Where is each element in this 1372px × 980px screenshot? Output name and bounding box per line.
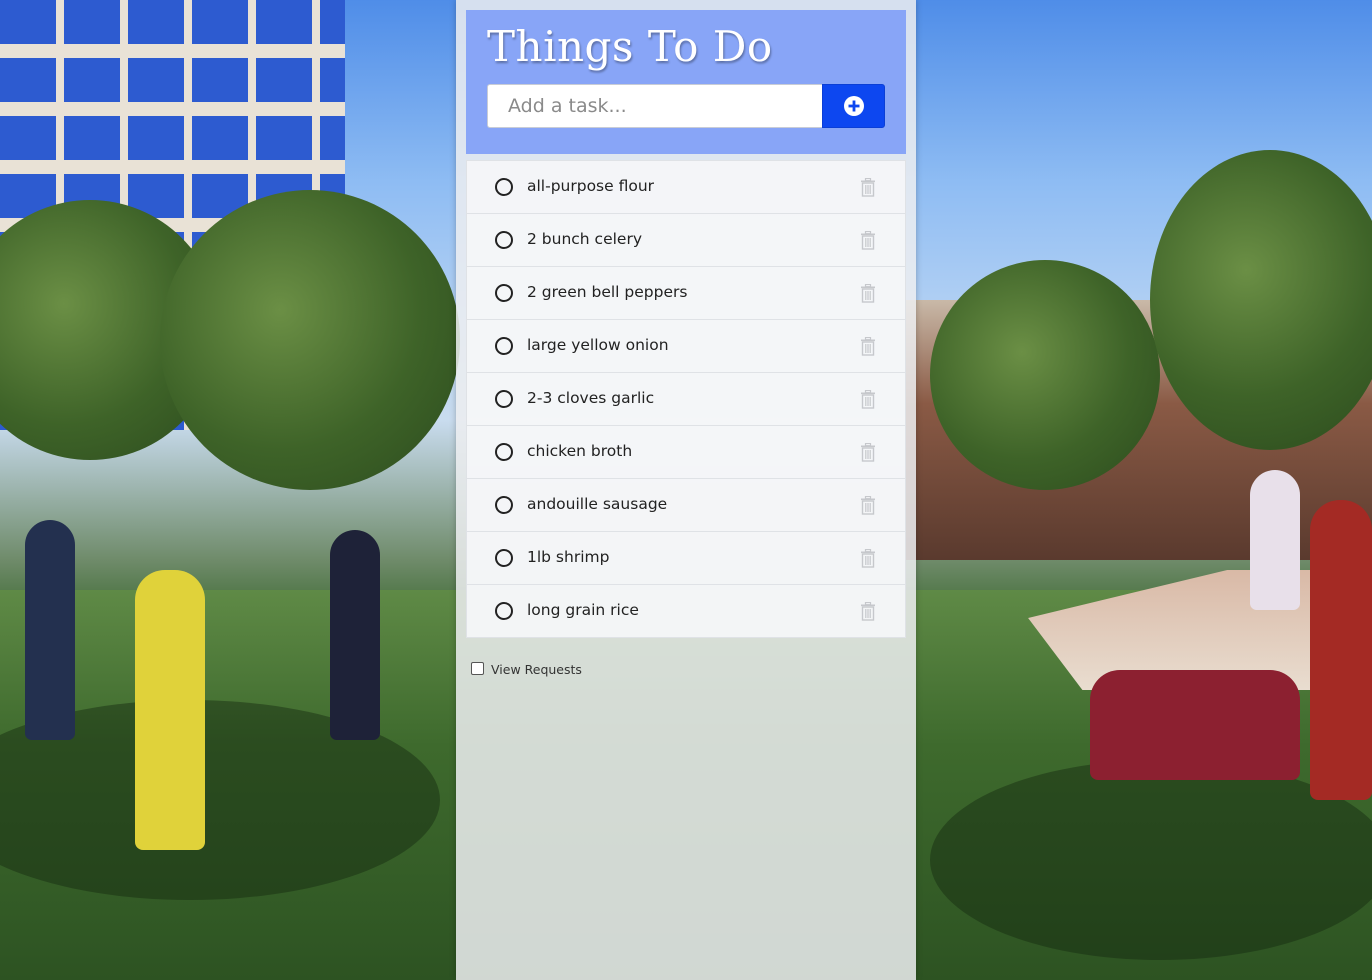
task-toggle-circle-icon[interactable] <box>495 602 513 620</box>
task-label: long grain rice <box>527 601 639 619</box>
delete-task-trash-icon[interactable] <box>860 602 876 621</box>
task-label: andouille sausage <box>527 495 668 513</box>
task-label: all-purpose flour <box>527 177 655 195</box>
add-task-input[interactable] <box>487 84 823 128</box>
task-toggle-circle-icon[interactable] <box>495 284 513 302</box>
task-toggle-circle-icon[interactable] <box>495 390 513 408</box>
background-tree <box>930 260 1160 490</box>
add-task-button[interactable] <box>822 84 885 128</box>
task-label: 2 green bell peppers <box>527 283 688 301</box>
task-label: large yellow onion <box>527 336 669 354</box>
task-item: 2 bunch celery <box>466 214 906 267</box>
header: Things To Do <box>466 10 906 154</box>
task-item: large yellow onion <box>466 320 906 373</box>
task-toggle-circle-icon[interactable] <box>495 178 513 196</box>
plus-circle-icon <box>823 96 884 116</box>
background-tree <box>160 190 460 490</box>
task-item: long grain rice <box>466 585 906 638</box>
add-task-form <box>487 84 885 128</box>
task-item: 1lb shrimp <box>466 532 906 585</box>
task-label: 2 bunch celery <box>527 230 642 248</box>
task-label: 2-3 cloves garlic <box>527 389 655 407</box>
delete-task-trash-icon[interactable] <box>860 496 876 515</box>
background-person <box>135 570 205 850</box>
delete-task-trash-icon[interactable] <box>860 178 876 197</box>
background-person <box>25 520 75 740</box>
delete-task-trash-icon[interactable] <box>860 231 876 250</box>
background-person <box>330 530 380 740</box>
task-list: all-purpose flour 2 bunch celery 2 green… <box>466 160 906 638</box>
delete-task-trash-icon[interactable] <box>860 549 876 568</box>
view-requests-checkbox[interactable] <box>471 662 484 675</box>
background-shade <box>930 760 1372 960</box>
task-label: chicken broth <box>527 442 633 460</box>
app-title: Things To Do <box>487 22 773 71</box>
task-item: 2-3 cloves garlic <box>466 373 906 426</box>
delete-task-trash-icon[interactable] <box>860 390 876 409</box>
delete-task-trash-icon[interactable] <box>860 443 876 462</box>
task-toggle-circle-icon[interactable] <box>495 496 513 514</box>
task-label: 1lb shrimp <box>527 548 610 566</box>
task-item: chicken broth <box>466 426 906 479</box>
task-toggle-circle-icon[interactable] <box>495 231 513 249</box>
background-person <box>1310 500 1372 800</box>
delete-task-trash-icon[interactable] <box>860 284 876 303</box>
task-item: 2 green bell peppers <box>466 267 906 320</box>
view-requests-label[interactable]: View Requests <box>491 662 582 677</box>
task-item: all-purpose flour <box>466 160 906 214</box>
task-item: andouille sausage <box>466 479 906 532</box>
task-toggle-circle-icon[interactable] <box>495 443 513 461</box>
background-person <box>1250 470 1300 610</box>
task-toggle-circle-icon[interactable] <box>495 549 513 567</box>
todo-panel: Things To Do all-purpose flour <box>456 0 916 980</box>
task-toggle-circle-icon[interactable] <box>495 337 513 355</box>
background-person <box>1090 670 1300 780</box>
delete-task-trash-icon[interactable] <box>860 337 876 356</box>
